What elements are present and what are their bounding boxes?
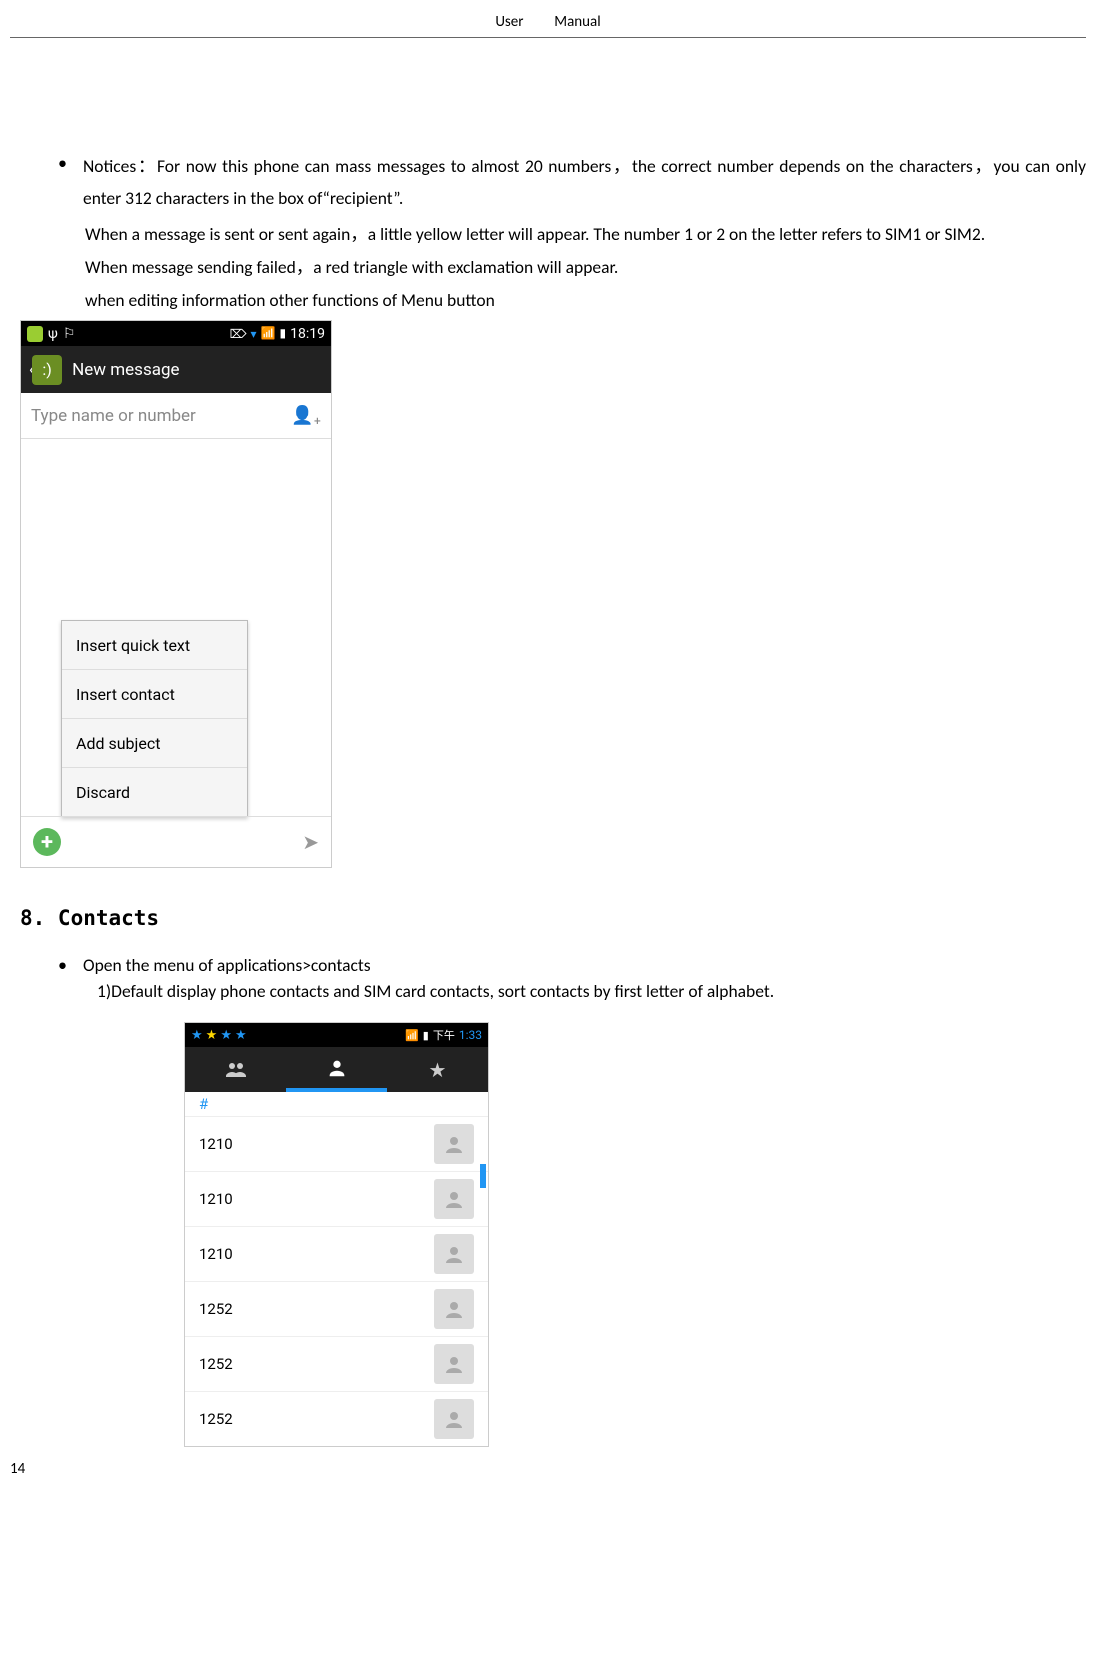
contact-name[interactable]: 1210 [199, 1190, 233, 1208]
status-bar-2: ★ ★ ★ ★ 📶 ▮ 下午 1:33 [185, 1023, 488, 1047]
para-3: when editing information other functions… [85, 287, 1086, 313]
usb-icon: ψ [48, 326, 58, 342]
messaging-icon [27, 326, 43, 342]
star-icon: ★ [429, 1058, 447, 1082]
contact-row: 1252 [185, 1336, 488, 1391]
groups-icon [224, 1058, 248, 1082]
para-1: When a message is sent or sent again，a l… [85, 221, 1086, 247]
contacts-body: Open the menu of applications>contacts 1… [83, 952, 1086, 1004]
hash-header: # [185, 1092, 488, 1116]
star-icon: ★ [235, 1028, 247, 1043]
add-attachment-button[interactable]: + [33, 828, 61, 856]
messaging-app-icon: :) [32, 355, 62, 385]
tab-groups[interactable] [185, 1047, 286, 1092]
status-bar: ψ ⚐ ⌦ ▾ 18:19 [21, 321, 331, 346]
recipient-input-row: Type name or number 👤₊ [21, 393, 331, 439]
notices-section: • Notices：For now this phone can mass me… [58, 150, 1086, 214]
menu-item-insert-quick-text[interactable]: Insert quick text [62, 621, 247, 670]
app-bar: ‹ :) New message [21, 346, 331, 393]
status-left: ψ ⚐ [27, 326, 75, 342]
para-2: When message sending failed，a red triang… [85, 254, 1086, 280]
bluetooth-icon: ⌦ [230, 327, 247, 341]
contact-row: 1210 [185, 1116, 488, 1171]
menu-item-insert-contact[interactable]: Insert contact [62, 670, 247, 719]
contacts-open: Open the menu of applications>contacts [83, 952, 1086, 978]
paragraphs: When a message is sent or sent again，a l… [85, 221, 1086, 313]
avatar [434, 1179, 474, 1219]
contact-name[interactable]: 1252 [199, 1300, 233, 1318]
contacts-subtext: 1)Default display phone contacts and SIM… [97, 978, 1086, 1004]
notices-label: Notices： [83, 155, 157, 177]
menu-item-discard[interactable]: Discard [62, 768, 247, 816]
status-right: ⌦ ▾ 18:19 [230, 326, 325, 342]
send-button[interactable]: ➤ [302, 830, 319, 854]
contacts-tabs: ★ [185, 1047, 488, 1092]
contacts-section: • Open the menu of applications>contacts… [58, 952, 1086, 1004]
contact-row: 1252 [185, 1391, 488, 1446]
signal-icon: 📶 [405, 1029, 419, 1042]
star-icon: ★ [191, 1028, 203, 1043]
signal-icon [261, 326, 276, 341]
status-time-2: 1:33 [459, 1028, 482, 1042]
contact-row: 1210 [185, 1171, 488, 1226]
contact-row: 1252 [185, 1281, 488, 1336]
notification-icon: ⚐ [63, 326, 76, 342]
menu-popup: Insert quick text Insert contact Add sub… [61, 620, 248, 817]
time-prefix: 下午 [433, 1027, 455, 1043]
avatar [434, 1234, 474, 1274]
notices-body: Notices：For now this phone can mass mess… [83, 150, 1086, 214]
notices-text: For now this phone can mass messages to … [83, 155, 1086, 209]
page-header: User Manual [10, 0, 1086, 38]
wifi-icon: ▾ [251, 327, 257, 341]
compose-row: + ➤ [21, 816, 331, 867]
avatar [434, 1124, 474, 1164]
star-icon: ★ [220, 1028, 232, 1043]
contacts-bullet: • Open the menu of applications>contacts… [58, 952, 1086, 1004]
contacts-list-body: # 1210 1210 1210 1252 1252 1252 [185, 1092, 488, 1446]
tab-favorites[interactable]: ★ [387, 1047, 488, 1092]
contact-name[interactable]: 1252 [199, 1355, 233, 1373]
recipient-input[interactable]: Type name or number [31, 406, 196, 426]
alphabet-index[interactable] [480, 1164, 486, 1188]
bullet-dot: • [58, 150, 83, 176]
status-time: 18:19 [290, 326, 325, 342]
bullet-dot: • [58, 952, 83, 978]
avatar [434, 1344, 474, 1384]
content-area: • Notices：For now this phone can mass me… [0, 38, 1096, 1447]
section-8-title: 8. Contacts [20, 906, 1086, 930]
person-icon [326, 1057, 348, 1079]
battery-icon: ▮ [423, 1029, 429, 1042]
notices-bullet: • Notices：For now this phone can mass me… [58, 150, 1086, 214]
status-stars: ★ ★ ★ ★ [191, 1028, 247, 1043]
avatar [434, 1399, 474, 1439]
battery-icon [280, 326, 287, 341]
tab-all-contacts[interactable] [286, 1047, 387, 1092]
add-contact-icon[interactable]: 👤₊ [291, 405, 321, 426]
star-icon: ★ [206, 1028, 218, 1043]
menu-item-add-subject[interactable]: Add subject [62, 719, 247, 768]
contact-name[interactable]: 1252 [199, 1410, 233, 1428]
contact-name[interactable]: 1210 [199, 1135, 233, 1153]
status-right-2: 📶 ▮ 下午 1:33 [405, 1027, 482, 1043]
screenshot-new-message: ψ ⚐ ⌦ ▾ 18:19 ‹ :) New message Type name… [20, 320, 332, 868]
app-bar-title: New message [72, 360, 179, 380]
contact-name[interactable]: 1210 [199, 1245, 233, 1263]
screenshot-contacts: ★ ★ ★ ★ 📶 ▮ 下午 1:33 [184, 1022, 489, 1447]
contact-row: 1210 [185, 1226, 488, 1281]
page-number: 14 [10, 1460, 25, 1478]
avatar [434, 1289, 474, 1329]
